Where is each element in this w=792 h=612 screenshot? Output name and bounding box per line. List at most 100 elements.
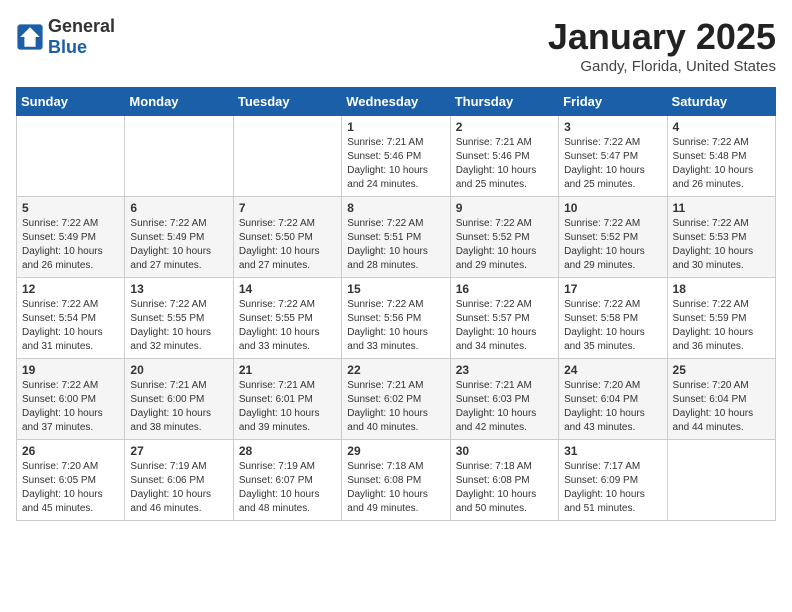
day-number: 28 bbox=[239, 444, 336, 458]
calendar-cell: 4 Sunrise: 7:22 AM Sunset: 5:48 PM Daylig… bbox=[667, 116, 775, 197]
day-number: 20 bbox=[130, 363, 227, 377]
calendar-cell: 31 Sunrise: 7:17 AM Sunset: 6:09 PM Dayli… bbox=[559, 440, 667, 521]
title-block: January 2025 Gandy, Florida, United Stat… bbox=[548, 16, 776, 75]
calendar-cell: 30 Sunrise: 7:18 AM Sunset: 6:08 PM Dayli… bbox=[450, 440, 558, 521]
day-number: 27 bbox=[130, 444, 227, 458]
day-info: Sunrise: 7:21 AM Sunset: 6:02 PM Dayligh… bbox=[347, 379, 444, 435]
weekday-header-row: SundayMondayTuesdayWednesdayThursdayFrid… bbox=[17, 88, 776, 116]
day-number: 10 bbox=[564, 201, 661, 215]
calendar-cell: 3 Sunrise: 7:22 AM Sunset: 5:47 PM Daylig… bbox=[559, 116, 667, 197]
calendar-cell: 10 Sunrise: 7:22 AM Sunset: 5:52 PM Dayli… bbox=[559, 197, 667, 278]
day-number: 11 bbox=[673, 201, 770, 215]
calendar-cell: 16Sunrise: 7:22 AM Sunset: 5:57 PM Dayli… bbox=[450, 278, 558, 359]
day-info: Sunrise: 7:22 AM Sunset: 5:48 PM Dayligh… bbox=[673, 136, 770, 192]
calendar-week-5: 26 Sunrise: 7:20 AM Sunset: 6:05 PM Dayli… bbox=[17, 440, 776, 521]
day-number: 29 bbox=[347, 444, 444, 458]
day-info: Sunrise: 7:22 AM Sunset: 5:58 PM Dayligh… bbox=[564, 298, 661, 354]
calendar-body: 1 Sunrise: 7:21 AM Sunset: 5:46 PM Daylig… bbox=[17, 116, 776, 521]
calendar-cell: 6Sunrise: 7:22 AM Sunset: 5:49 PM Daylig… bbox=[125, 197, 233, 278]
day-number: 17 bbox=[564, 282, 661, 296]
day-number: 9 bbox=[456, 201, 553, 215]
calendar-cell bbox=[125, 116, 233, 197]
day-info: Sunrise: 7:18 AM Sunset: 6:08 PM Dayligh… bbox=[456, 460, 553, 516]
day-number: 6 bbox=[130, 201, 227, 215]
logo-icon bbox=[16, 23, 44, 51]
day-info: Sunrise: 7:17 AM Sunset: 6:09 PM Dayligh… bbox=[564, 460, 661, 516]
logo: General Blue bbox=[16, 16, 115, 58]
month-title: January 2025 bbox=[548, 16, 776, 58]
calendar-cell: 25 Sunrise: 7:20 AM Sunset: 6:04 PM Dayli… bbox=[667, 359, 775, 440]
calendar-cell bbox=[667, 440, 775, 521]
day-info: Sunrise: 7:20 AM Sunset: 6:04 PM Dayligh… bbox=[564, 379, 661, 435]
weekday-monday: Monday bbox=[125, 88, 233, 116]
calendar-cell: 12 Sunrise: 7:22 AM Sunset: 5:54 PM Dayli… bbox=[17, 278, 125, 359]
day-number: 16 bbox=[456, 282, 553, 296]
calendar-cell: 27 Sunrise: 7:19 AM Sunset: 6:06 PM Dayli… bbox=[125, 440, 233, 521]
calendar-cell: 5 Sunrise: 7:22 AM Sunset: 5:49 PM Daylig… bbox=[17, 197, 125, 278]
day-info: Sunrise: 7:22 AM Sunset: 5:52 PM Dayligh… bbox=[564, 217, 661, 273]
calendar-week-2: 5 Sunrise: 7:22 AM Sunset: 5:49 PM Daylig… bbox=[17, 197, 776, 278]
weekday-saturday: Saturday bbox=[667, 88, 775, 116]
calendar-cell: 7 Sunrise: 7:22 AM Sunset: 5:50 PM Daylig… bbox=[233, 197, 341, 278]
day-number: 31 bbox=[564, 444, 661, 458]
day-info: Sunrise: 7:22 AM Sunset: 5:59 PM Dayligh… bbox=[673, 298, 770, 354]
day-number: 24 bbox=[564, 363, 661, 377]
calendar-cell: 11 Sunrise: 7:22 AM Sunset: 5:53 PM Dayli… bbox=[667, 197, 775, 278]
day-number: 15 bbox=[347, 282, 444, 296]
day-number: 26 bbox=[22, 444, 119, 458]
calendar-cell: 23Sunrise: 7:21 AM Sunset: 6:03 PM Dayli… bbox=[450, 359, 558, 440]
day-info: Sunrise: 7:22 AM Sunset: 5:49 PM Dayligh… bbox=[22, 217, 119, 273]
day-number: 25 bbox=[673, 363, 770, 377]
calendar-table: SundayMondayTuesdayWednesdayThursdayFrid… bbox=[16, 87, 776, 521]
calendar-cell: 26 Sunrise: 7:20 AM Sunset: 6:05 PM Dayli… bbox=[17, 440, 125, 521]
page-header: General Blue January 2025 Gandy, Florida… bbox=[16, 16, 776, 75]
day-info: Sunrise: 7:22 AM Sunset: 5:50 PM Dayligh… bbox=[239, 217, 336, 273]
calendar-cell: 24 Sunrise: 7:20 AM Sunset: 6:04 PM Dayli… bbox=[559, 359, 667, 440]
calendar-cell: 2 Sunrise: 7:21 AM Sunset: 5:46 PM Daylig… bbox=[450, 116, 558, 197]
day-number: 14 bbox=[239, 282, 336, 296]
day-info: Sunrise: 7:21 AM Sunset: 6:01 PM Dayligh… bbox=[239, 379, 336, 435]
day-info: Sunrise: 7:22 AM Sunset: 5:47 PM Dayligh… bbox=[564, 136, 661, 192]
calendar-week-3: 12 Sunrise: 7:22 AM Sunset: 5:54 PM Dayli… bbox=[17, 278, 776, 359]
day-info: Sunrise: 7:20 AM Sunset: 6:05 PM Dayligh… bbox=[22, 460, 119, 516]
day-number: 5 bbox=[22, 201, 119, 215]
day-number: 12 bbox=[22, 282, 119, 296]
day-number: 2 bbox=[456, 120, 553, 134]
calendar-cell: 22 Sunrise: 7:21 AM Sunset: 6:02 PM Dayli… bbox=[342, 359, 450, 440]
calendar-cell: 1 Sunrise: 7:21 AM Sunset: 5:46 PM Daylig… bbox=[342, 116, 450, 197]
day-number: 1 bbox=[347, 120, 444, 134]
day-info: Sunrise: 7:21 AM Sunset: 6:00 PM Dayligh… bbox=[130, 379, 227, 435]
weekday-friday: Friday bbox=[559, 88, 667, 116]
day-number: 22 bbox=[347, 363, 444, 377]
day-info: Sunrise: 7:21 AM Sunset: 5:46 PM Dayligh… bbox=[456, 136, 553, 192]
weekday-thursday: Thursday bbox=[450, 88, 558, 116]
day-info: Sunrise: 7:22 AM Sunset: 5:51 PM Dayligh… bbox=[347, 217, 444, 273]
calendar-cell bbox=[17, 116, 125, 197]
calendar-cell: 9Sunrise: 7:22 AM Sunset: 5:52 PM Daylig… bbox=[450, 197, 558, 278]
calendar-cell bbox=[233, 116, 341, 197]
day-number: 4 bbox=[673, 120, 770, 134]
calendar-cell: 28Sunrise: 7:19 AM Sunset: 6:07 PM Dayli… bbox=[233, 440, 341, 521]
day-info: Sunrise: 7:18 AM Sunset: 6:08 PM Dayligh… bbox=[347, 460, 444, 516]
day-number: 30 bbox=[456, 444, 553, 458]
day-info: Sunrise: 7:21 AM Sunset: 5:46 PM Dayligh… bbox=[347, 136, 444, 192]
location-title: Gandy, Florida, United States bbox=[548, 58, 776, 75]
calendar-cell: 21Sunrise: 7:21 AM Sunset: 6:01 PM Dayli… bbox=[233, 359, 341, 440]
day-number: 3 bbox=[564, 120, 661, 134]
day-number: 7 bbox=[239, 201, 336, 215]
day-info: Sunrise: 7:22 AM Sunset: 5:55 PM Dayligh… bbox=[239, 298, 336, 354]
day-number: 19 bbox=[22, 363, 119, 377]
day-info: Sunrise: 7:20 AM Sunset: 6:04 PM Dayligh… bbox=[673, 379, 770, 435]
calendar-cell: 8 Sunrise: 7:22 AM Sunset: 5:51 PM Daylig… bbox=[342, 197, 450, 278]
day-info: Sunrise: 7:22 AM Sunset: 5:54 PM Dayligh… bbox=[22, 298, 119, 354]
day-info: Sunrise: 7:22 AM Sunset: 5:53 PM Dayligh… bbox=[673, 217, 770, 273]
day-number: 8 bbox=[347, 201, 444, 215]
calendar-week-4: 19 Sunrise: 7:22 AM Sunset: 6:00 PM Dayli… bbox=[17, 359, 776, 440]
day-info: Sunrise: 7:19 AM Sunset: 6:06 PM Dayligh… bbox=[130, 460, 227, 516]
calendar-cell: 29 Sunrise: 7:18 AM Sunset: 6:08 PM Dayli… bbox=[342, 440, 450, 521]
weekday-wednesday: Wednesday bbox=[342, 88, 450, 116]
day-info: Sunrise: 7:22 AM Sunset: 5:55 PM Dayligh… bbox=[130, 298, 227, 354]
calendar-cell: 13Sunrise: 7:22 AM Sunset: 5:55 PM Dayli… bbox=[125, 278, 233, 359]
calendar-cell: 17 Sunrise: 7:22 AM Sunset: 5:58 PM Dayli… bbox=[559, 278, 667, 359]
day-info: Sunrise: 7:22 AM Sunset: 6:00 PM Dayligh… bbox=[22, 379, 119, 435]
